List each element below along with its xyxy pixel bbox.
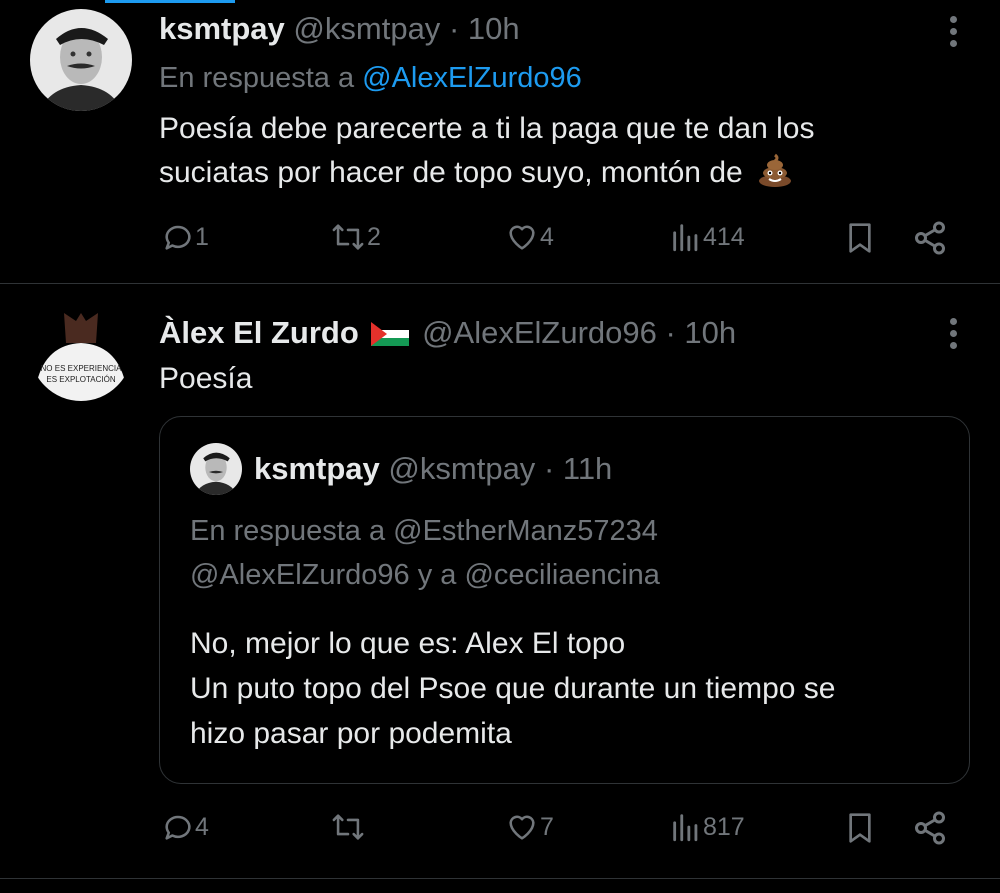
- repost-icon: [332, 224, 364, 250]
- reply-count: 1: [195, 222, 209, 251]
- bookmark-button[interactable]: [844, 220, 876, 256]
- quoted-reply-line: @AlexElZurdo96 y a @ceciliaencina: [190, 559, 660, 591]
- quoted-handle: @ksmtpay: [388, 451, 536, 486]
- bookmark-icon: [849, 813, 871, 843]
- bookmark-icon: [849, 223, 871, 253]
- share-button[interactable]: [912, 220, 948, 256]
- tweet-alexelzurdo[interactable]: NO ES EXPERIENCIA ES EXPLOTACIÓN Àlex El…: [0, 284, 1000, 879]
- palestine-flag-icon: [371, 318, 410, 354]
- display-name[interactable]: ksmtpay: [159, 11, 285, 46]
- like-count: 7: [540, 812, 554, 841]
- tweet-actions: 1 2 4 414: [159, 220, 959, 260]
- quoted-header: ksmtpay @ksmtpay · 11h: [254, 451, 612, 487]
- like-button[interactable]: 7: [504, 810, 554, 844]
- quoted-text: No, mejor lo que es: Alex El topo Un put…: [190, 621, 835, 756]
- repost-icon: [332, 814, 364, 840]
- divider: [0, 878, 1000, 879]
- share-button[interactable]: [912, 810, 948, 846]
- reply-prefix: En respuesta a: [159, 62, 355, 94]
- tweet-text: Poesía debe parecerte a ti la paga que t…: [159, 107, 814, 201]
- quoted-display-name: ksmtpay: [254, 451, 380, 486]
- reply-handle-link[interactable]: @AlexElZurdo96: [362, 62, 582, 94]
- quoted-text-line: No, mejor lo que es: Alex El topo: [190, 627, 626, 660]
- tweet-text-line: Poesía debe parecerte a ti la paga que t…: [159, 112, 815, 145]
- share-icon: [915, 221, 945, 255]
- reply-context: En respuesta a @AlexElZurdo96: [159, 62, 582, 95]
- quoted-text-line: hizo pasar por podemita: [190, 717, 512, 750]
- poop-emoji-icon: [757, 152, 793, 201]
- tweet-header: ksmtpay @ksmtpay · 10h: [159, 11, 520, 47]
- views-icon: [673, 224, 698, 252]
- views-button[interactable]: 414: [669, 220, 745, 254]
- share-icon: [915, 811, 945, 845]
- quoted-timestamp: · 11h: [543, 451, 613, 486]
- handle[interactable]: @AlexElZurdo96: [422, 315, 657, 350]
- tweet-text: Poesía: [159, 362, 253, 395]
- more-options-icon[interactable]: [950, 318, 958, 354]
- reply-icon: [165, 225, 191, 250]
- like-count: 4: [540, 222, 554, 251]
- display-name[interactable]: Àlex El Zurdo: [159, 315, 359, 350]
- quoted-avatar[interactable]: [190, 443, 242, 495]
- tweet-actions: 4 7 817: [159, 810, 959, 850]
- views-button[interactable]: 817: [669, 810, 745, 844]
- quoted-tweet[interactable]: ksmtpay @ksmtpay · 11h En respuesta a @E…: [159, 416, 970, 784]
- reply-button[interactable]: 1: [161, 220, 209, 254]
- like-button[interactable]: 4: [504, 220, 554, 254]
- tweet-header: Àlex El Zurdo @AlexElZurdo96 · 10h: [159, 315, 736, 354]
- bookmark-button[interactable]: [844, 810, 876, 846]
- avatar-shirt-text: ES EXPLOTACIÓN: [46, 375, 115, 384]
- more-options-icon[interactable]: [950, 16, 958, 52]
- heart-icon: [509, 815, 535, 840]
- views-count: 414: [703, 222, 745, 251]
- repost-count: 2: [367, 222, 381, 251]
- tweet-ksmtpay[interactable]: ksmtpay @ksmtpay · 10h En respuesta a @A…: [0, 0, 1000, 283]
- repost-button[interactable]: 2: [329, 220, 381, 254]
- avatar[interactable]: [30, 9, 132, 111]
- avatar-shirt-text: NO ES EXPERIENCIA: [41, 364, 123, 373]
- quoted-reply-line: En respuesta a @EstherManz57234: [190, 515, 658, 547]
- quoted-text-line: Un puto topo del Psoe que durante un tie…: [190, 672, 836, 705]
- views-count: 817: [703, 812, 745, 841]
- tweet-text-line: suciatas por hacer de topo suyo, montón …: [159, 156, 743, 189]
- timestamp[interactable]: · 10h: [449, 11, 520, 46]
- repost-button[interactable]: [329, 810, 367, 844]
- heart-icon: [509, 225, 535, 250]
- quoted-reply-context: En respuesta a @EstherManz57234 @AlexElZ…: [190, 509, 660, 597]
- reply-count: 4: [195, 812, 209, 841]
- reply-button[interactable]: 4: [161, 810, 209, 844]
- timestamp[interactable]: · 10h: [666, 315, 737, 350]
- avatar[interactable]: NO ES EXPERIENCIA ES EXPLOTACIÓN: [30, 299, 132, 401]
- reply-icon: [165, 815, 191, 840]
- views-icon: [673, 814, 698, 842]
- handle[interactable]: @ksmtpay: [293, 11, 440, 46]
